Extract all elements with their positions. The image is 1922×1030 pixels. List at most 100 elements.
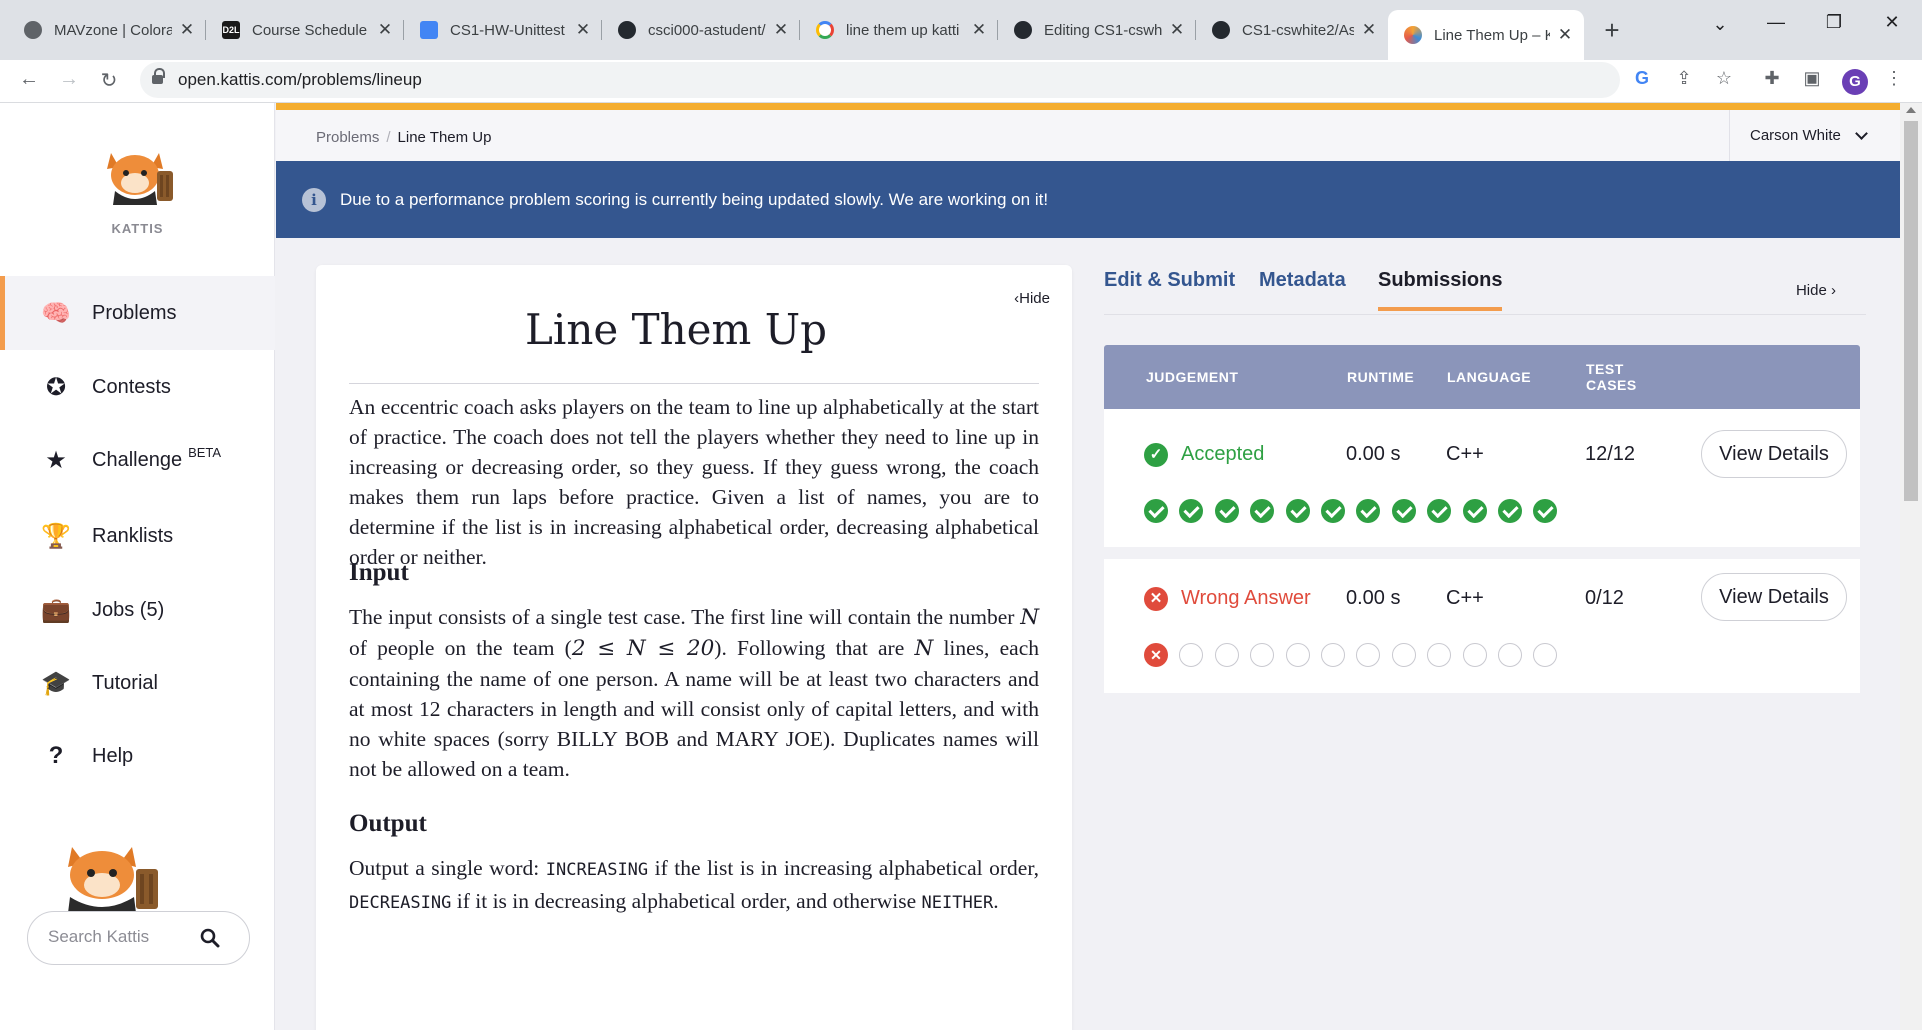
reload-button[interactable]: ↻ [94, 68, 124, 93]
scrollbar-thumb[interactable] [1904, 121, 1918, 501]
close-icon[interactable]: ✕ [178, 20, 196, 40]
test-case-pass-icon[interactable] [1144, 499, 1168, 523]
close-icon[interactable]: ✕ [376, 20, 394, 40]
close-icon[interactable]: ✕ [1360, 20, 1378, 40]
test-case-pass-icon[interactable] [1214, 499, 1239, 523]
browser-tab[interactable]: CS1-cswhite2/Ass ✕ [1196, 10, 1388, 50]
google-translate-icon[interactable]: G [1628, 68, 1656, 89]
close-icon[interactable]: ✕ [574, 20, 592, 40]
tab-metadata[interactable]: Metadata [1259, 269, 1346, 292]
search-input[interactable] [48, 927, 198, 947]
breadcrumb-problems-link[interactable]: Problems [316, 129, 379, 146]
share-icon[interactable]: ⇪ [1670, 68, 1698, 89]
problem-title: Line Them Up [525, 305, 827, 354]
column-header-test-cases: TEST CASES [1586, 361, 1637, 393]
info-icon: i [302, 187, 326, 212]
test-case-pass-icon[interactable] [1285, 499, 1310, 523]
close-icon[interactable]: ✕ [1168, 20, 1186, 40]
kattis-icon [1404, 26, 1422, 44]
chevron-down-icon [1855, 126, 1868, 140]
address-bar[interactable]: open.kattis.com/problems/lineup [140, 62, 1620, 98]
lock-icon [152, 68, 165, 86]
view-details-button[interactable]: View Details [1701, 573, 1847, 621]
sidebar-item-challenge[interactable]: ★ Challenge BETA [0, 423, 275, 497]
tab-title: Line Them Up – K [1434, 26, 1550, 44]
test-case-pass-icon[interactable] [1179, 499, 1204, 523]
side-panel-icon[interactable]: ▣ [1798, 68, 1826, 89]
new-tab-button[interactable]: + [1596, 15, 1628, 47]
minimize-button[interactable]: — [1756, 12, 1796, 33]
hide-label: Hide [1795, 282, 1827, 299]
test-case-pending-icon[interactable] [1285, 643, 1310, 667]
back-button[interactable]: ← [14, 68, 44, 91]
sidebar-item-contests[interactable]: ✪ Contests [0, 350, 275, 424]
profile-avatar[interactable]: G [1842, 69, 1868, 95]
browser-tab[interactable]: D2L Course Schedule - ✕ [206, 10, 404, 50]
test-case-pending-icon[interactable] [1462, 643, 1487, 667]
view-details-button[interactable]: View Details [1701, 430, 1847, 478]
sidebar-item-problems[interactable]: 🧠 Problems [0, 276, 275, 350]
extensions-icon[interactable]: ✚ [1758, 68, 1786, 89]
test-case-pending-icon[interactable] [1356, 643, 1381, 667]
browser-menu-icon[interactable]: ⋮ [1880, 68, 1908, 89]
tab-submissions[interactable]: Submissions [1378, 269, 1503, 311]
tab-title: Editing CS1-cswh [1044, 21, 1162, 39]
submission-row: ✕ Wrong Answer 0.00 s C++ 0/12 View Deta… [1104, 559, 1860, 693]
browser-tab[interactable]: line them up katti ✕ [800, 10, 998, 50]
tab-edit-submit[interactable]: Edit & Submit [1104, 269, 1235, 292]
browser-tab[interactable]: MAVzone | Colora ✕ [8, 10, 206, 50]
forward-button[interactable]: → [54, 68, 84, 91]
test-case-pending-icon[interactable] [1321, 643, 1345, 667]
test-case-pending-icon[interactable] [1427, 643, 1452, 667]
browser-tab[interactable]: CS1-HW-Unittest ✕ [404, 10, 602, 50]
sidebar-item-jobs[interactable]: 💼 Jobs (5) [0, 573, 275, 647]
user-menu[interactable]: Carson White [1729, 110, 1900, 161]
browser-tab[interactable]: Editing CS1-cswh ✕ [998, 10, 1196, 50]
browser-tab-active[interactable]: Line Them Up – K ✕ [1388, 10, 1584, 60]
search-icon[interactable] [200, 928, 220, 948]
judgement-text: Accepted [1181, 443, 1265, 465]
test-case-pass-icon[interactable] [1356, 499, 1381, 523]
sidebar-item-help[interactable]: ? Help [0, 719, 275, 793]
bookmark-star-icon[interactable]: ☆ [1710, 68, 1738, 89]
test-case-pending-icon[interactable] [1214, 643, 1239, 667]
test-case-pending-icon[interactable] [1179, 643, 1204, 667]
test-case-pending-icon[interactable] [1391, 643, 1416, 667]
hide-panel-button[interactable]: Hide › [1796, 282, 1836, 299]
close-icon[interactable]: ✕ [970, 20, 988, 40]
close-icon[interactable]: ✕ [772, 20, 790, 40]
test-case-pending-icon[interactable] [1498, 643, 1522, 667]
language-text: C++ [1446, 587, 1484, 609]
url-text[interactable]: open.kattis.com/problems/lineup [178, 70, 422, 90]
close-icon[interactable]: ✕ [1556, 25, 1574, 45]
test-case-pass-icon[interactable] [1462, 499, 1487, 523]
kattis-mascot-image [68, 847, 158, 913]
brain-icon: 🧠 [41, 299, 71, 327]
trophy-icon: 🏆 [41, 522, 71, 550]
test-case-pass-icon[interactable] [1533, 499, 1558, 523]
browser-toolbar: ← → ↻ open.kattis.com/problems/lineup G … [0, 60, 1922, 103]
test-case-pending-icon[interactable] [1250, 643, 1275, 667]
browser-tab[interactable]: csci000-astudent/ ✕ [602, 10, 800, 50]
test-case-pass-icon[interactable] [1321, 499, 1345, 523]
tab-title: csci000-astudent/ [648, 21, 766, 39]
test-case-pass-icon[interactable] [1498, 499, 1522, 523]
tab-search-icon[interactable]: ⌄ [1700, 14, 1740, 35]
restore-button[interactable]: ❐ [1814, 12, 1854, 33]
test-case-pending-icon[interactable] [1533, 643, 1558, 667]
sidebar: KATTIS 🧠 Problems ✪ Contests ★ Challenge… [0, 103, 275, 1030]
window-close-button[interactable]: ✕ [1872, 12, 1912, 33]
sidebar-item-tutorial[interactable]: 🎓 Tutorial [0, 646, 275, 720]
sidebar-item-ranklists[interactable]: 🏆 Ranklists [0, 499, 275, 573]
sidebar-item-label: Tutorial [92, 671, 158, 694]
test-case-fail-icon[interactable]: ✕ [1144, 643, 1168, 667]
test-case-pass-icon[interactable] [1427, 499, 1452, 523]
scroll-up-arrow-icon[interactable] [1906, 107, 1916, 113]
test-cases-text: 0/12 [1585, 587, 1624, 609]
test-case-pass-icon[interactable] [1391, 499, 1416, 523]
test-case-pass-icon[interactable] [1250, 499, 1275, 523]
kattis-logo[interactable] [97, 145, 179, 205]
sidebar-item-label: Ranklists [92, 524, 174, 547]
x-circle-icon: ✕ [1144, 587, 1168, 611]
page-scrollbar[interactable] [1900, 103, 1922, 1030]
